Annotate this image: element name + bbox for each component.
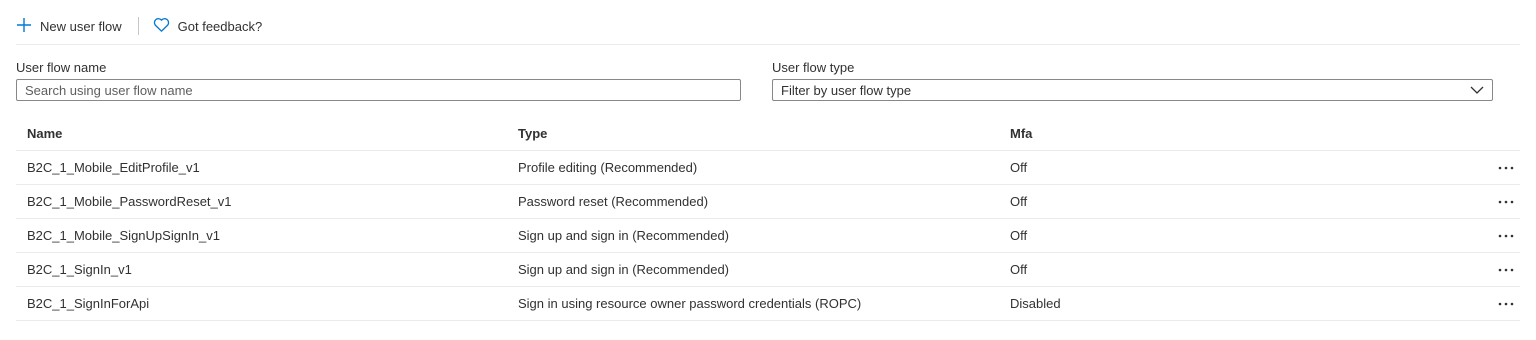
toolbar-divider: [137, 17, 139, 35]
table-row[interactable]: B2C_1_Mobile_SignUpSignIn_v1 Sign up and…: [16, 219, 1520, 253]
column-header-mfa[interactable]: Mfa: [999, 126, 1459, 141]
user-flow-type-label: User flow type: [772, 60, 855, 75]
table-row[interactable]: B2C_1_SignIn_v1 Sign up and sign in (Rec…: [16, 253, 1520, 287]
table-header: Name Type Mfa: [16, 116, 1520, 151]
row-name-cell[interactable]: B2C_1_Mobile_EditProfile_v1: [16, 160, 507, 175]
row-mfa-cell: Disabled: [1010, 296, 1061, 311]
row-mfa-cell: Off: [1010, 194, 1028, 209]
more-icon[interactable]: [1498, 158, 1514, 178]
row-mfa-cell: Off: [1010, 262, 1028, 277]
row-type-cell: Sign up and sign in (Recommended): [518, 262, 730, 277]
new-user-flow-label: New user flow: [40, 18, 122, 34]
new-user-flow-button[interactable]: New user flow: [16, 17, 122, 36]
row-name-cell[interactable]: B2C_1_Mobile_PasswordReset_v1: [16, 194, 507, 209]
more-icon[interactable]: [1498, 294, 1514, 314]
user-flow-type-dropdown[interactable]: Filter by user flow type: [772, 79, 1493, 101]
more-icon[interactable]: [1498, 192, 1514, 212]
user-flow-type-value: Filter by user flow type: [781, 82, 912, 98]
user-flow-name-field: [16, 79, 741, 101]
row-mfa-cell: Off: [1010, 160, 1028, 175]
plus-icon: [16, 17, 32, 36]
row-type-cell: Password reset (Recommended): [518, 194, 709, 209]
row-name-cell[interactable]: B2C_1_SignIn_v1: [16, 262, 507, 277]
feedback-button[interactable]: Got feedback?: [153, 17, 263, 36]
command-bar: New user flow Got feedback?: [16, 12, 262, 40]
table-row[interactable]: B2C_1_Mobile_EditProfile_v1 Profile edit…: [16, 151, 1520, 185]
feedback-label: Got feedback?: [177, 18, 263, 34]
row-type-cell: Sign up and sign in (Recommended): [518, 228, 730, 243]
table-row[interactable]: B2C_1_Mobile_PasswordReset_v1 Password r…: [16, 185, 1520, 219]
row-name-cell[interactable]: B2C_1_Mobile_SignUpSignIn_v1: [16, 228, 507, 243]
row-name-cell[interactable]: B2C_1_SignInForApi: [16, 296, 507, 311]
table-row[interactable]: B2C_1_SignInForApi Sign in using resourc…: [16, 287, 1520, 321]
row-type-cell: Profile editing (Recommended): [518, 160, 698, 175]
more-icon[interactable]: [1498, 260, 1514, 280]
column-header-name[interactable]: Name: [16, 126, 507, 141]
row-mfa-cell: Off: [1010, 228, 1028, 243]
user-flows-table: Name Type Mfa B2C_1_Mobile_EditProfile_v…: [16, 116, 1520, 321]
heart-icon: [153, 17, 170, 36]
column-header-type[interactable]: Type: [507, 126, 999, 141]
user-flow-name-search-input[interactable]: [25, 82, 732, 98]
more-icon[interactable]: [1498, 226, 1514, 246]
chevron-down-icon: [1470, 83, 1484, 98]
user-flow-name-label: User flow name: [16, 60, 107, 75]
row-type-cell: Sign in using resource owner password cr…: [518, 296, 862, 311]
toolbar-divider-line: [16, 44, 1520, 45]
